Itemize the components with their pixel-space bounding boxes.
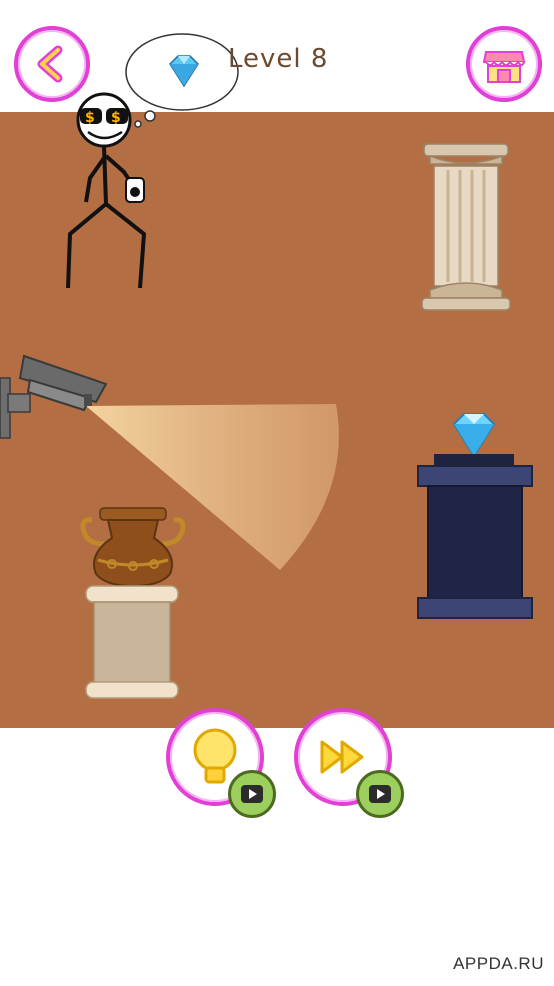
play-video-icon bbox=[241, 785, 263, 803]
chevron-left-icon bbox=[37, 45, 63, 83]
skip-video-badge[interactable] bbox=[356, 770, 404, 818]
hint-video-badge[interactable] bbox=[228, 770, 276, 818]
thief-stickman: $ $ bbox=[66, 92, 147, 289]
greek-column bbox=[421, 143, 511, 311]
security-camera bbox=[0, 354, 108, 439]
back-button[interactable] bbox=[14, 26, 90, 102]
watermark-text: APPDA.RU bbox=[453, 954, 544, 973]
play-video-icon bbox=[369, 785, 391, 803]
diamond-pedestal bbox=[417, 413, 533, 619]
svg-text:$: $ bbox=[111, 110, 121, 126]
shop-button[interactable] bbox=[466, 26, 542, 102]
shop-icon bbox=[482, 51, 526, 83]
diamond-icon bbox=[169, 55, 199, 88]
bottom-panel bbox=[0, 728, 554, 986]
svg-text:$: $ bbox=[85, 110, 95, 126]
level-title: Level 8 bbox=[228, 44, 329, 74]
vase-on-pedestal bbox=[80, 507, 186, 699]
